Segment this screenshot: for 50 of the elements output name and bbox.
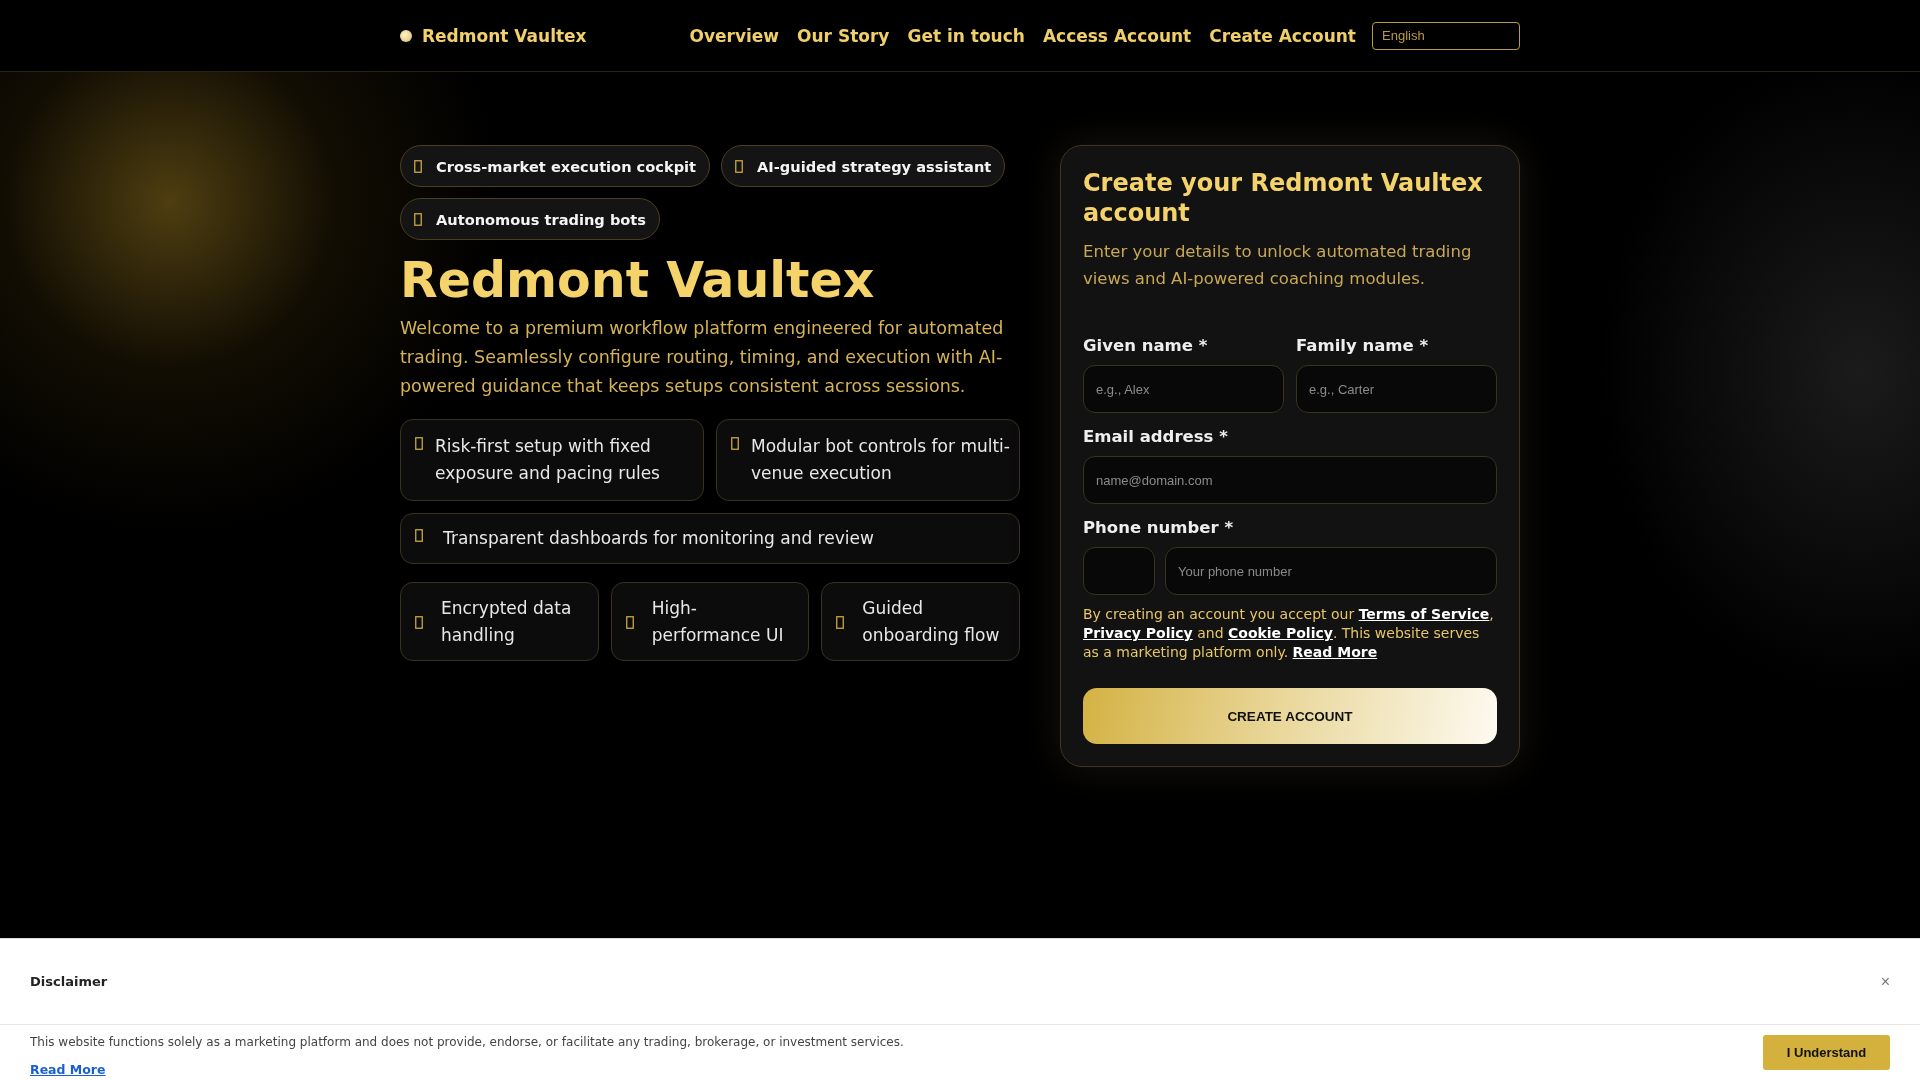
brand-name[interactable]: Redmont Vaultex [422, 25, 587, 46]
policy-link[interactable]: Terms of Service [1358, 606, 1490, 623]
country-code-field[interactable] [1083, 547, 1155, 596]
form-title: Create your Redmont Vaultex account [1083, 168, 1484, 228]
close-button[interactable]: × [1880, 972, 1890, 991]
email-field[interactable]: name@domain.com [1083, 456, 1497, 505]
feature-card: Transparent dashboards for monitoring and review [400, 512, 1020, 565]
field-label: Email address * [1083, 427, 1229, 447]
nav-link[interactable]: Access Account [1042, 25, 1192, 46]
feature-card: High-performance UI [610, 582, 810, 662]
field-label: Phone number * [1083, 518, 1235, 538]
field-label: Given name * [1083, 336, 1209, 356]
nav-link[interactable]: Our Story [797, 25, 890, 46]
hero-title: Redmont Vaultex [400, 254, 876, 308]
nav-link[interactable]: Overview [689, 25, 780, 46]
disclaimer-text: This website functions solely as a marketing platform and does not provide, endorse, or facilitate any trading, brokerage, or investment services. [30, 1035, 904, 1049]
glyph-icon [414, 212, 422, 226]
feature-chip: AI-guided strategy assistant [721, 145, 1006, 187]
family-name-field[interactable]: e.g., Carter [1296, 365, 1497, 414]
create-account-button[interactable]: CREATE ACCOUNT [1083, 688, 1497, 745]
understand-button[interactable]: I Understand [1763, 1035, 1890, 1070]
glyph-icon [731, 436, 739, 450]
feature-card: Encrypted data handling [400, 582, 599, 662]
form-subtitle: Enter your details to unlock automated trading views and AI-powered coaching modules. [1083, 241, 1473, 291]
consent-text: By creating an account you accept our Terms of Service, Privacy Policy and Cookie Policy. This website serves as a marketing platform only. Read More [1083, 605, 1495, 663]
logo-dot-icon [400, 29, 412, 42]
policy-link[interactable]: Privacy Policy [1083, 625, 1193, 642]
glyph-icon [415, 528, 423, 542]
policy-link[interactable]: Cookie Policy [1228, 625, 1333, 642]
hero-intro: Welcome to a premium workflow platform engineered for automated trading. Seamlessly configure routing, timing, and execution with AI-powered guidance that keeps setups consistent across sessions. [400, 316, 1005, 398]
disclaimer-title: Disclaimer [30, 974, 108, 989]
nav-link[interactable]: Get in touch [907, 25, 1025, 46]
feature-chip: Cross-market execution cockpit [400, 145, 711, 187]
glyph-icon [414, 159, 422, 173]
glyph-icon [415, 615, 423, 629]
glyph-icon [415, 436, 423, 450]
nav-link[interactable]: Create Account [1209, 25, 1356, 46]
language-select[interactable]: English [1372, 21, 1520, 50]
given-name-field[interactable]: e.g., Alex [1083, 365, 1284, 414]
feature-card: Modular bot controls for multi-venue execution [716, 418, 1020, 501]
glyph-icon [836, 615, 845, 629]
feature-card: Risk-first setup with fixed exposure and pacing rules [400, 418, 704, 501]
policy-link[interactable]: Read More [1292, 644, 1378, 661]
read-more-link[interactable]: Read More [30, 1062, 106, 1077]
feature-card: Guided onboarding flow [821, 582, 1020, 662]
feature-chip: Autonomous trading bots [400, 198, 660, 240]
phone-field[interactable]: Your phone number [1165, 547, 1497, 596]
field-label: Family name * [1296, 336, 1430, 356]
glyph-icon [735, 159, 744, 173]
glyph-icon [625, 615, 634, 629]
